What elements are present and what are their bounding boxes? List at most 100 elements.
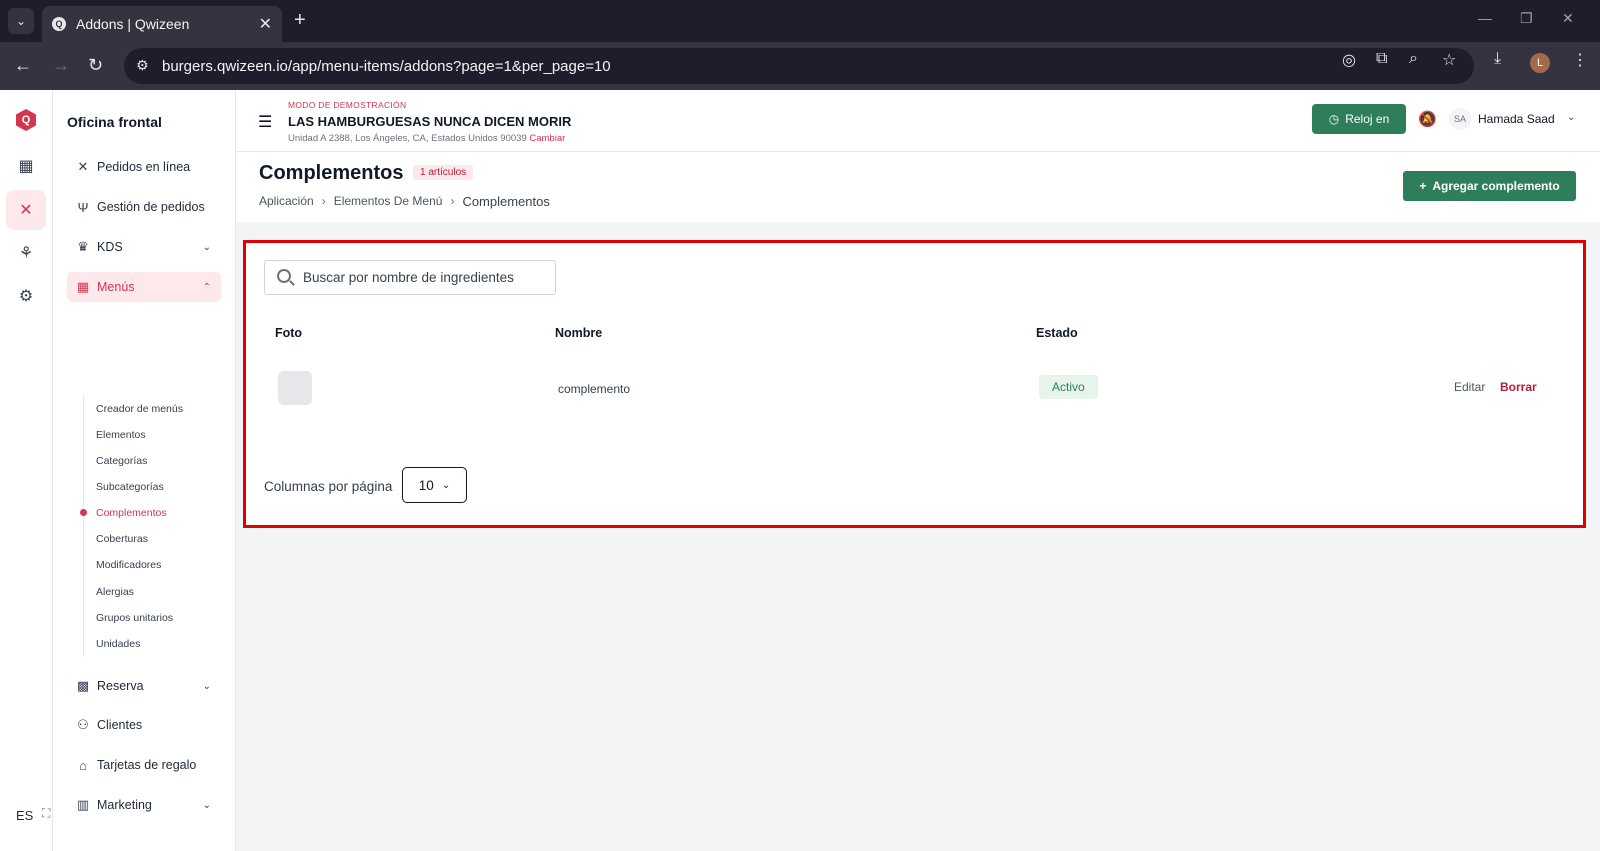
gift-icon: ⌂ [79,757,87,773]
translate-icon[interactable]: ⧉ [1376,50,1387,68]
browser-tab-active[interactable]: Q Addons | Qwizeen ✕ [42,6,282,42]
sidebar-title: Oficina frontal [67,114,162,130]
breadcrumb-item-menu-items[interactable]: Elementos De Menú [334,194,443,209]
window-close-icon[interactable]: ✕ [1562,10,1574,27]
app-rail: Q ▦ ✕ ⚘ ⚙ [0,90,53,851]
submenu-item-categories[interactable]: Categorías [96,455,147,467]
qwizeen-logo-icon[interactable]: Q [6,100,46,140]
submenu-item-units[interactable]: Unidades [96,638,140,650]
eye-off-icon[interactable]: ◎ [1342,50,1356,70]
submenu-item-toppings[interactable]: Coberturas [96,533,148,545]
expand-icon[interactable]: ⛶ [42,806,50,821]
search-icon [277,269,291,283]
column-header-status: Estado [1036,326,1078,340]
dashboard-grid-icon[interactable]: ▦ [6,146,46,186]
sidebar-item-label: Marketing [97,798,152,812]
forward-arrow-icon[interactable]: → [52,55,70,76]
fork-knife-icon: Ψ [77,199,89,215]
download-icon[interactable]: ⤓ [1494,50,1501,68]
chevron-right-icon: › [321,194,326,208]
submenu-item-menu-builder[interactable]: Creador de menús [96,403,183,415]
chevron-down-icon: ⌄ [202,680,211,692]
search-placeholder: Buscar por nombre de ingredientes [303,270,514,285]
submenu-item-modifiers[interactable]: Modificadores [96,559,161,571]
utensils-cross-icon[interactable]: ✕ [6,190,46,230]
photo-placeholder [278,371,312,405]
sidebar-item-marketing[interactable]: ▥ Marketing ⌄ [67,790,221,820]
user-name[interactable]: Hamada Saad [1478,112,1555,126]
clock-in-label: Reloj en [1345,112,1390,126]
page-title: Complementos [259,162,404,184]
submenu-item-subcategories[interactable]: Subcategorías [96,481,164,493]
rows-per-page-label: Columnas por página [264,479,393,494]
qwizeen-favicon-icon: Q [52,17,66,31]
chevron-down-icon[interactable]: ⌄ [1567,112,1575,123]
notifications-off-icon[interactable]: 🔕 [1418,110,1437,128]
tab-title: Addons | Qwizeen [76,16,190,32]
back-arrow-icon[interactable]: ← [14,55,32,76]
sidebar-item-label: Reserva [97,679,144,693]
plus-icon: + [1419,179,1427,193]
active-indicator-dot [80,509,87,516]
utensils-cross-icon: ✕ [77,159,89,174]
breadcrumb: Aplicación › Elementos De Menú › Complem… [259,194,550,209]
clock-in-button[interactable]: ◷ Reloj en [1312,104,1406,134]
addon-name: complemento [558,382,631,396]
zoom-icon[interactable]: ⌕ [1409,50,1418,68]
sidebar-item-gift-cards[interactable]: ⌂ Tarjetas de regalo [67,750,221,780]
grid-icon: ▦ [76,279,90,294]
settings-gear-icon[interactable]: ⚙ [6,276,46,316]
sidebar-item-kds[interactable]: ♛ KDS ⌄ [67,232,221,262]
store-address-text: Unidad A 2388, Los Ángeles, CA, Estados … [288,133,527,144]
restore-icon[interactable]: ❐ [1520,10,1533,27]
submenu-line [83,395,84,657]
user-avatar[interactable]: SA [1449,108,1471,130]
tab-search-button[interactable]: ⌄ [8,8,34,34]
breadcrumb-item-current: Complementos [462,194,550,209]
submenu-item-items[interactable]: Elementos [96,429,146,441]
chevron-down-icon: ⌄ [202,241,211,253]
hamburger-menu-icon[interactable]: ☰ [258,112,272,132]
sidebar-item-order-management[interactable]: Ψ Gestión de pedidos [67,192,221,222]
profile-avatar[interactable]: L [1530,53,1550,73]
submenu-item-unit-groups[interactable]: Grupos unitarios [96,612,173,624]
breadcrumb-item-app[interactable]: Aplicación [259,194,314,209]
change-store-link[interactable]: Cambiar [529,133,565,144]
chevron-down-icon: ⌄ [441,479,451,491]
sidebar-item-online-orders[interactable]: ✕ Pedidos en línea [67,152,221,182]
submenu-item-allergies[interactable]: Alergias [96,586,134,598]
demo-mode-label: MODO DE DEMOSTRACIÓN [288,100,407,110]
url-text: burgers.qwizeen.io/app/menu-items/addons… [162,57,611,75]
add-addon-button[interactable]: + Agregar complemento [1403,171,1576,201]
sidebar-item-label: KDS [97,240,123,254]
sidebar-item-menus[interactable]: ▦ Menús ⌃ [67,272,221,302]
sidebar-item-label: Menús [97,280,135,294]
bookmark-star-icon[interactable]: ☆ [1442,50,1456,70]
minimize-icon[interactable]: — [1478,10,1492,26]
sidebar-item-reservation[interactable]: ▩ Reserva ⌄ [67,671,221,701]
sidebar-item-customers[interactable]: ⚇ Clientes [67,710,221,740]
address-bar[interactable]: ⚙ burgers.qwizeen.io/app/menu-items/addo… [124,48,1474,84]
search-input[interactable]: Buscar por nombre de ingredientes [264,260,556,295]
sidebar-item-label: Tarjetas de regalo [97,758,197,772]
sidebar-item-label: Gestión de pedidos [97,200,205,214]
site-settings-icon[interactable]: ⚙ [136,57,149,74]
rows-per-page-select[interactable]: 10 ⌄ [402,467,467,503]
new-tab-plus-icon[interactable]: + [294,9,306,32]
store-address: Unidad A 2388, Los Ángeles, CA, Estados … [288,133,565,144]
language-selector[interactable]: ES [16,808,33,823]
edit-button[interactable]: Editar [1454,380,1485,394]
delete-button[interactable]: Borrar [1500,380,1537,394]
chevron-down-icon: ⌄ [202,799,211,811]
org-chart-icon[interactable]: ⚘ [6,233,46,273]
sidebar: Oficina frontal ✕ Pedidos en línea Ψ Ges… [53,90,236,851]
column-header-photo: Foto [275,326,303,340]
add-addon-label: Agregar complemento [1432,179,1560,193]
reload-icon[interactable]: ↻ [88,55,103,76]
table-icon: ▩ [76,678,90,693]
browser-menu-icon[interactable]: ⋮ [1572,50,1588,70]
app-header: ☰ MODO DE DEMOSTRACIÓN LAS HAMBURGUESAS … [236,90,1600,152]
submenu-item-addons[interactable]: Complementos [96,507,167,519]
close-icon[interactable]: ✕ [259,14,272,34]
chevron-up-icon: ⌃ [202,281,211,293]
